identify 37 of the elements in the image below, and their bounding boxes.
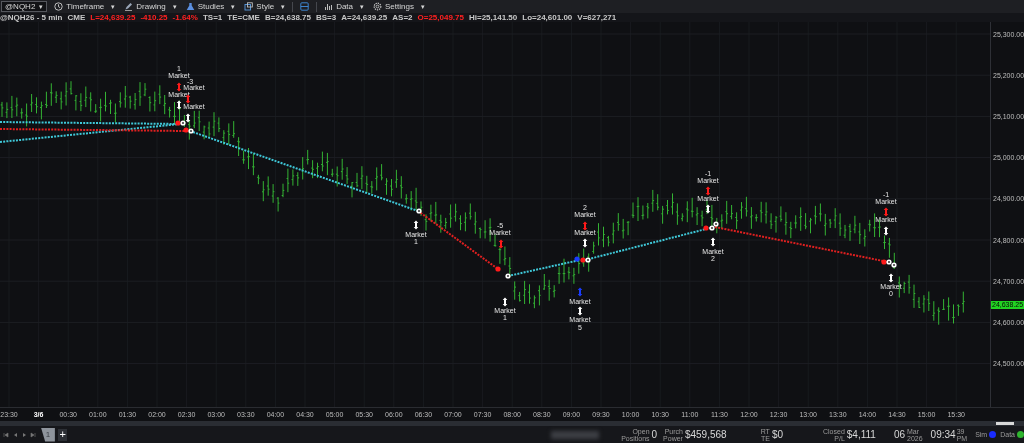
stat-value: $4,111 [846,429,876,440]
stat-value: $459,568 [684,429,727,440]
quote-value: TE=CME [227,13,260,22]
windows-icon [244,2,254,11]
quote-value: BS=3 [316,13,337,22]
previous-icon[interactable] [12,431,18,438]
settings-icon [373,2,383,11]
layout-button[interactable] [298,1,312,12]
bar-chart-icon [324,2,334,11]
quote-value: @NQH26 - 5 min [0,13,63,22]
quote-value: Hi=25,141.50 [469,13,518,22]
quote-value: AS=2 [392,13,413,22]
clock-time: 09:34 [930,429,956,440]
quote-value: -410.25 [140,13,168,22]
date-day: 06 [893,429,906,440]
quote-value: Lo=24,601.00 [522,13,573,22]
next-icon[interactable] [21,431,27,438]
quote-value: V=627,271 [577,13,617,22]
add-tab-button[interactable]: + [57,428,68,441]
quote-value: CME [67,13,86,22]
sheet-tab[interactable]: 1 [41,427,55,442]
quote-value: -1.64% [172,13,198,22]
layout-icon [300,2,310,11]
quote-value: B=24,638.75 [264,13,311,22]
pencil-icon [124,2,134,11]
quote-value: L=24,639.25 [90,13,136,22]
scrollbar-thumb[interactable] [996,422,1014,425]
quote-value: O=25,049.75 [417,13,464,22]
first-page-icon[interactable] [3,431,9,438]
stat-value: 0 [651,429,658,440]
quote-value: TS=1 [202,13,223,22]
flask-icon [185,2,195,11]
last-page-icon[interactable] [30,431,36,438]
clock-icon [54,2,64,11]
stat-value: $0 [771,429,783,440]
quote-value: A=24,639.25 [341,13,388,22]
blurred-block [551,430,600,439]
